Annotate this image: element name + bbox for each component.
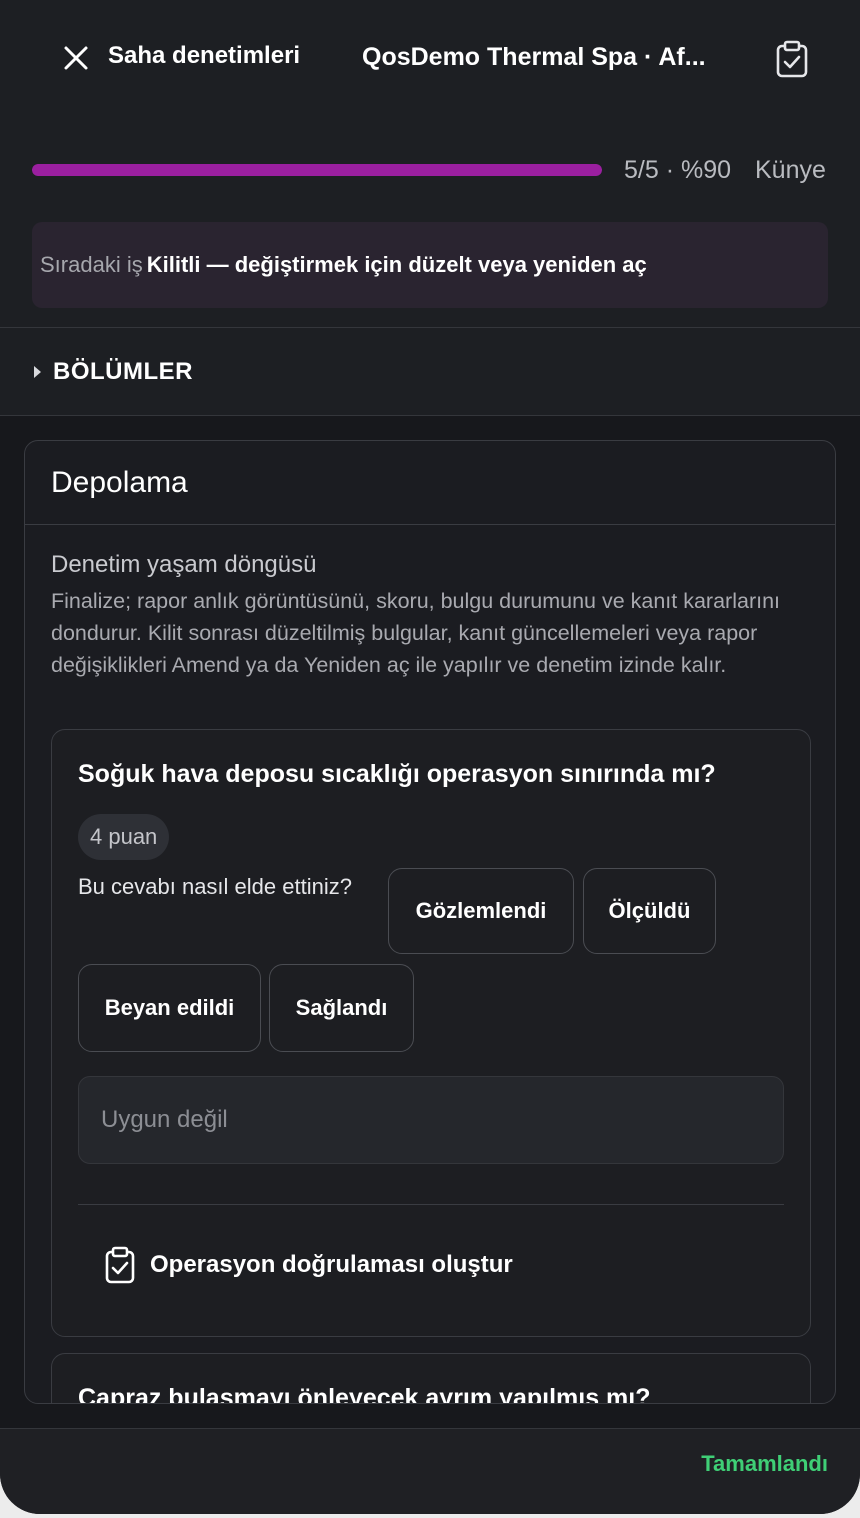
progress-bar bbox=[32, 164, 602, 176]
question-card: Çapraz bulaşmayı önleyecek ayrım yapılmı… bbox=[51, 1353, 811, 1404]
question-card: Soğuk hava deposu sıcaklığı operasyon sı… bbox=[51, 729, 811, 1337]
create-verification-button[interactable]: Operasyon doğrulaması oluştur bbox=[102, 1240, 513, 1290]
page-title: QosDemo Thermal Spa · Af... bbox=[362, 43, 706, 71]
close-button[interactable] bbox=[58, 40, 94, 76]
progress-fill bbox=[32, 164, 602, 176]
lifecycle-body: Finalize; rapor anlık görüntüsünü, skoru… bbox=[51, 589, 781, 677]
caret-right-icon bbox=[34, 365, 41, 378]
lifecycle-title: Denetim yaşam döngüsü bbox=[51, 551, 317, 578]
points-badge: 4 puan bbox=[78, 814, 170, 860]
app-screen: Saha denetimleri QosDemo Thermal Spa · A… bbox=[0, 0, 860, 1514]
question-title: Soğuk hava deposu sıcaklığı operasyon sı… bbox=[78, 760, 716, 788]
sections-label: BÖLÜMLER bbox=[53, 357, 193, 385]
answer-source-label: Bu cevabı nasıl elde ettiniz? bbox=[78, 874, 352, 899]
not-applicable-input[interactable] bbox=[78, 1076, 784, 1164]
clipboard-check-icon bbox=[102, 1245, 138, 1285]
clipboard-button[interactable] bbox=[772, 38, 812, 80]
next-task-prefix: Sıradaki iş bbox=[40, 252, 143, 277]
section-card: Depolama Denetim yaşam döngüsü Finalize;… bbox=[24, 440, 836, 1404]
section-title: Depolama bbox=[25, 441, 835, 525]
footer: Tamamlandı bbox=[0, 1428, 860, 1514]
question-title: Çapraz bulaşmayı önleyecek ayrım yapılmı… bbox=[78, 1384, 651, 1404]
next-task-value: Kilitli — değiştirmek için düzelt veya y… bbox=[146, 252, 647, 277]
done-button[interactable]: Tamamlandı bbox=[701, 1451, 828, 1477]
next-task-banner: Sıradaki iş Kilitli — değiştirmek için d… bbox=[32, 222, 828, 308]
option-declared-button[interactable]: Beyan edildi bbox=[78, 964, 261, 1052]
divider bbox=[78, 1204, 784, 1205]
create-verification-label: Operasyon doğrulaması oluştur bbox=[150, 1251, 513, 1278]
option-provided-button[interactable]: Sağlandı bbox=[269, 964, 414, 1052]
close-icon bbox=[64, 46, 88, 70]
header: Saha denetimleri QosDemo Thermal Spa · A… bbox=[0, 0, 860, 328]
kunye-link[interactable]: Künye bbox=[755, 156, 826, 185]
back-label[interactable]: Saha denetimleri bbox=[108, 42, 300, 70]
sections-toggle[interactable]: BÖLÜMLER bbox=[0, 328, 860, 416]
option-observed-button[interactable]: Gözlemlendi bbox=[388, 868, 574, 954]
clipboard-check-icon bbox=[776, 40, 808, 78]
progress-text: 5/5 · %90 bbox=[624, 156, 732, 184]
option-measured-button[interactable]: Ölçüldü bbox=[583, 868, 716, 954]
